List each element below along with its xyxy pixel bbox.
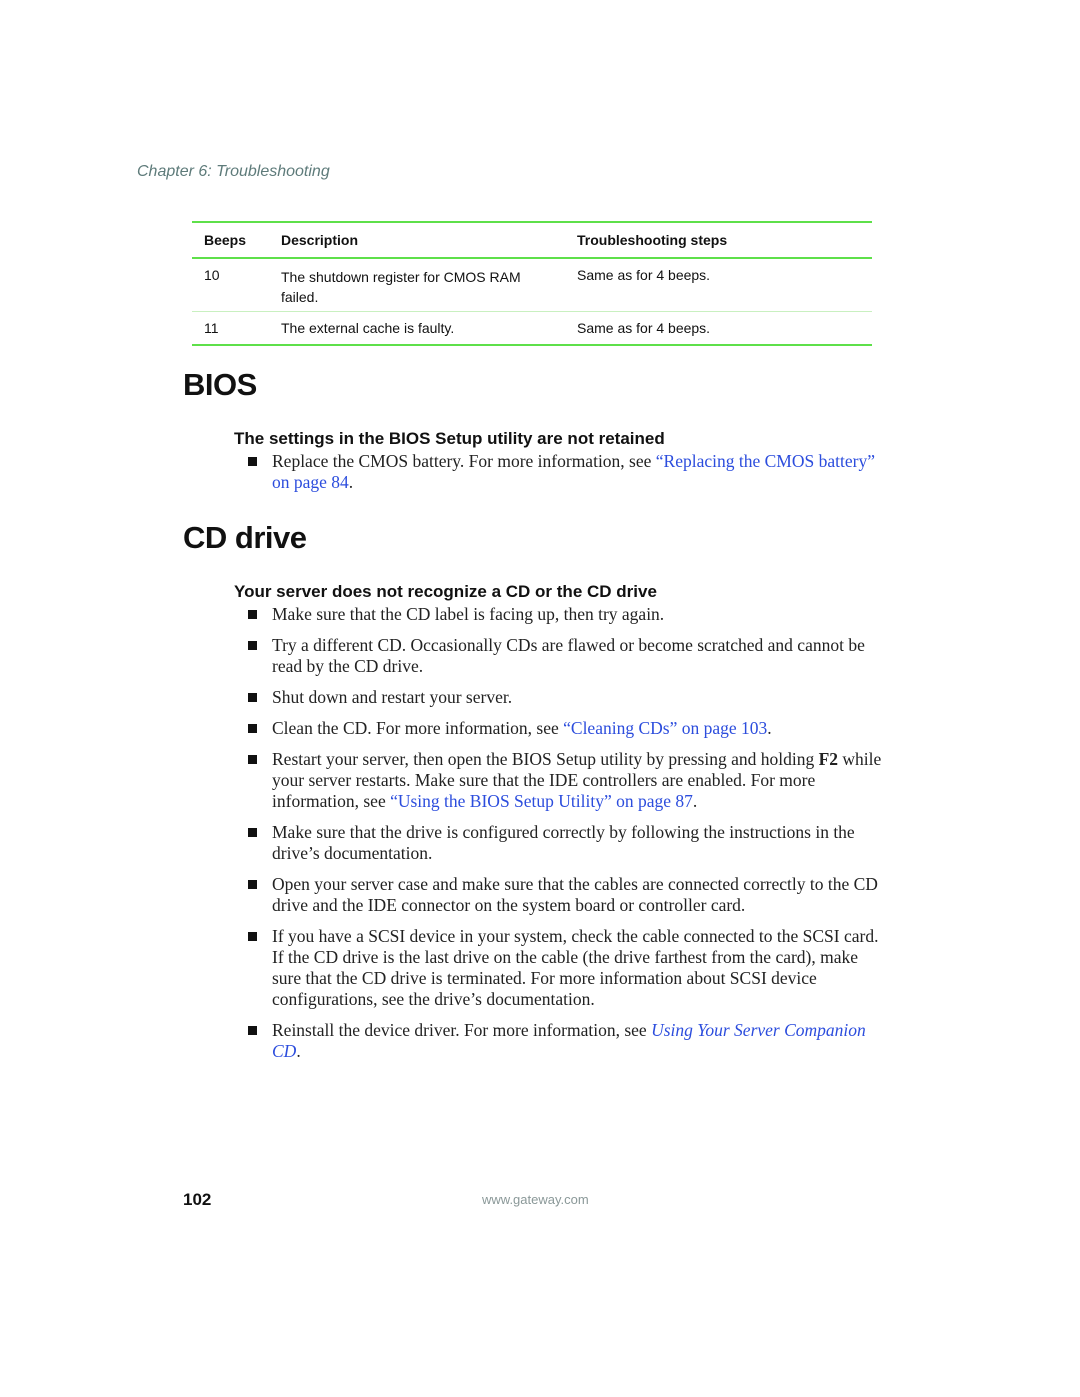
column-header-steps: Troubleshooting steps (577, 232, 728, 248)
list-item: Make sure that the drive is configured c… (248, 822, 888, 864)
link-cleaning-cds[interactable]: “Cleaning CDs” on page 103 (563, 718, 767, 738)
cd-steps-list: Make sure that the CD label is facing up… (248, 604, 888, 1072)
list-item: Shut down and restart your server. (248, 687, 888, 708)
bullet-square-icon (248, 693, 257, 702)
bullet-square-icon (248, 755, 257, 764)
table-row: 11 The external cache is faulty. Same as… (192, 312, 872, 344)
list-item: Try a different CD. Occasionally CDs are… (248, 635, 888, 677)
column-header-beeps: Beeps (204, 232, 247, 248)
beep-codes-table: Beeps Description Troubleshooting steps … (192, 221, 872, 346)
bullet-square-icon (248, 610, 257, 619)
cell-beeps: 11 (204, 320, 219, 336)
bullet-square-icon (248, 724, 257, 733)
list-item: Make sure that the CD label is facing up… (248, 604, 888, 625)
bullet-square-icon (248, 828, 257, 837)
bullet-square-icon (248, 932, 257, 941)
section-title-cd-drive: CD drive (183, 520, 307, 555)
subsection-title-cd-not-recognized: Your server does not recognize a CD or t… (234, 582, 657, 601)
table-row: 10 The shutdown register for CMOS RAM fa… (192, 259, 872, 311)
bios-steps-list: Replace the CMOS battery. For more infor… (248, 451, 888, 503)
list-item: Open your server case and make sure that… (248, 874, 888, 916)
subsection-title-bios-settings: The settings in the BIOS Setup utility a… (234, 429, 665, 448)
cell-steps: Same as for 4 beeps. (577, 267, 711, 283)
table-bottom-rule (192, 344, 872, 346)
list-item: If you have a SCSI device in your system… (248, 926, 888, 1010)
footer-website: www.gateway.com (482, 1192, 589, 1207)
bullet-square-icon (248, 641, 257, 650)
bullet-square-icon (248, 880, 257, 889)
bullet-square-icon (248, 457, 257, 466)
list-item: Replace the CMOS battery. For more infor… (248, 451, 888, 493)
key-f2: F2 (818, 749, 839, 769)
cell-description: The shutdown register for CMOS RAM faile… (281, 269, 521, 305)
link-using-bios-setup-utility[interactable]: “Using the BIOS Setup Utility” on page 8… (390, 791, 693, 811)
chapter-header: Chapter 6: Troubleshooting (137, 163, 330, 180)
column-header-description: Description (281, 232, 359, 248)
list-item: Clean the CD. For more information, see … (248, 718, 888, 739)
cell-steps: Same as for 4 beeps. (577, 320, 711, 336)
cell-description: The external cache is faulty. (281, 320, 455, 336)
bullet-square-icon (248, 1026, 257, 1035)
list-item: Reinstall the device driver. For more in… (248, 1020, 888, 1062)
cell-beeps: 10 (204, 267, 220, 283)
table-header-row: Beeps Description Troubleshooting steps (192, 223, 872, 257)
section-title-bios: BIOS (183, 367, 257, 402)
list-item: Restart your server, then open the BIOS … (248, 749, 888, 812)
page-number: 102 (183, 1190, 212, 1209)
